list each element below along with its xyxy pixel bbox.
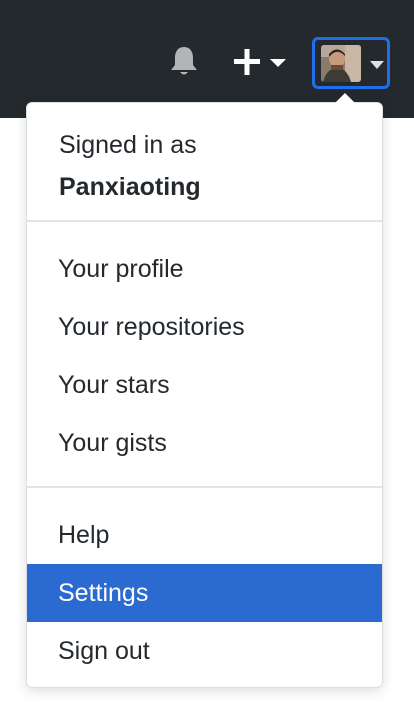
menu-item-help[interactable]: Help — [27, 506, 382, 564]
dropdown-pointer — [334, 93, 356, 104]
menu-divider — [27, 220, 382, 222]
bell-icon[interactable] — [166, 43, 202, 79]
menu-divider — [27, 486, 382, 488]
menu-item-your-profile[interactable]: Your profile — [27, 240, 382, 298]
create-new-button[interactable] — [232, 44, 292, 80]
menu-item-settings[interactable]: Settings — [27, 564, 382, 622]
menu-item-your-stars[interactable]: Your stars — [27, 356, 382, 414]
username: Panxiaoting — [59, 173, 201, 201]
caret-down-icon — [270, 59, 286, 67]
user-menu-button[interactable] — [312, 37, 390, 89]
signed-in-header: Signed in as Panxiaoting — [59, 129, 201, 203]
menu-item-your-gists[interactable]: Your gists — [27, 414, 382, 472]
menu-item-your-repositories[interactable]: Your repositories — [27, 298, 382, 356]
caret-down-icon — [370, 61, 384, 69]
user-dropdown-menu: Signed in as Panxiaoting Your profile Yo… — [26, 93, 383, 688]
avatar — [321, 45, 361, 82]
menu-item-sign-out[interactable]: Sign out — [27, 622, 382, 680]
signed-in-label: Signed in as — [59, 131, 197, 159]
